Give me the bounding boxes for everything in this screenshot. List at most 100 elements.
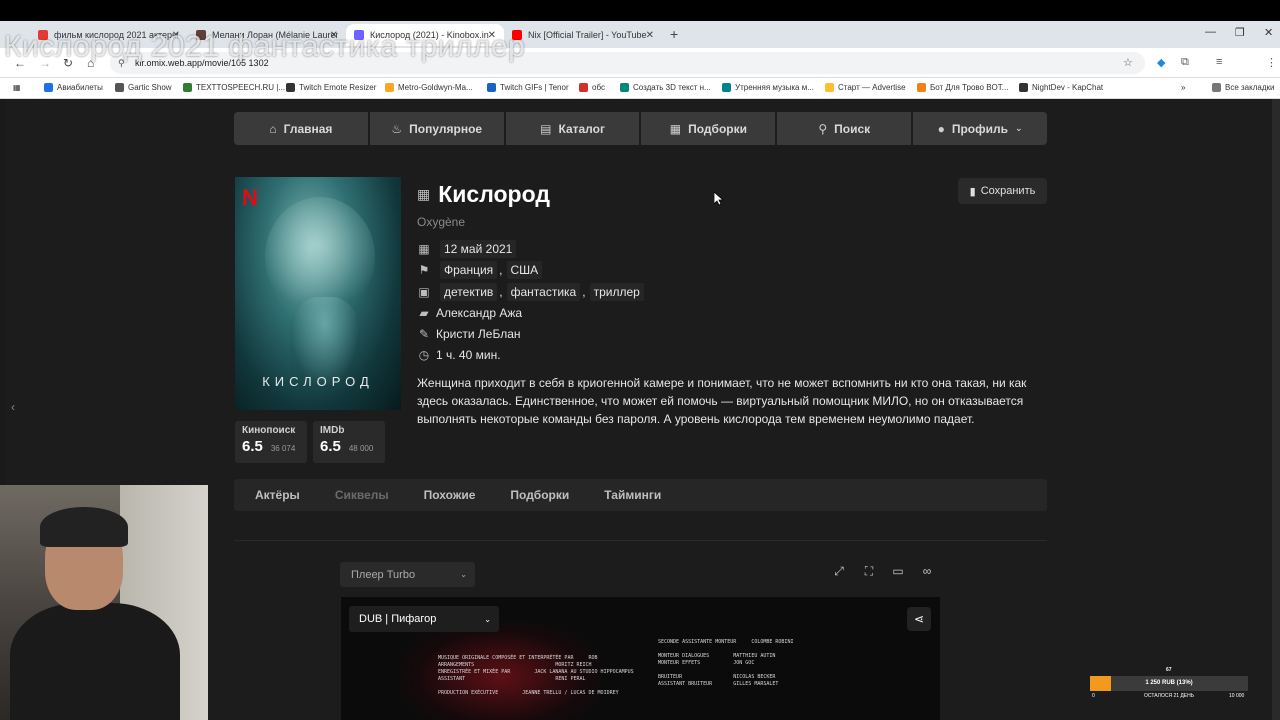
rating-kinopoisk: Кинопоиск 6.5 36 074 (235, 421, 307, 463)
extensions-puzzle-icon[interactable]: ⧉ (1181, 56, 1189, 69)
close-tab-icon[interactable]: ✕ (646, 30, 654, 41)
rating-value: 6.5 (320, 438, 341, 455)
release-date[interactable]: 12 май 2021 (440, 240, 517, 258)
bookmark-item[interactable]: Утренняя музыка м... (722, 83, 814, 92)
more-bookmarks-icon[interactable]: » (1181, 83, 1185, 92)
release-date-row: ▦ 12 май 2021 (417, 240, 517, 258)
genres-icon: ▣ (418, 285, 430, 299)
window-top-strip (0, 0, 1280, 21)
bookmark-favicon-icon (183, 83, 192, 92)
donation-goal-widget: 67 1 250 RUB (13%) 0 ОСТАЛОСЯ 21 ДЕНЬ 10… (1090, 665, 1250, 705)
bookmark-item[interactable]: Twitch GIFs | Tenor (487, 83, 569, 92)
genre-link[interactable]: фантастика (506, 283, 581, 301)
fullscreen-icon[interactable]: ⛶ (858, 564, 880, 584)
tab-timings[interactable]: Тайминги (604, 488, 661, 502)
rating-source: IMDb (320, 425, 345, 436)
nav-search[interactable]: ⚲ Поиск (777, 112, 912, 145)
bookmark-favicon-icon (115, 83, 124, 92)
tab-collections[interactable]: Подборки (510, 488, 569, 502)
bookmark-item[interactable]: обс (579, 83, 605, 92)
donation-max: 10 000 (1229, 693, 1245, 699)
bookmark-item[interactable]: Metro-Goldwyn-Ma... (385, 83, 473, 92)
bookmark-label: Утренняя музыка м... (735, 83, 814, 92)
rating-value: 6.5 (242, 438, 263, 455)
bookmark-item[interactable]: Создать 3D текст н... (620, 83, 711, 92)
bookmark-label: обс (592, 83, 605, 92)
bookmarks-bar: ▦ Авиабилеты Gartic Show TEXTTOSPEECH.RU… (0, 78, 1280, 99)
director-row: ▰ Александр Ажа (417, 304, 522, 322)
page-scrollbar[interactable] (1272, 99, 1280, 720)
bookmark-item[interactable]: Старт — Advertise (825, 83, 906, 92)
expand-icon[interactable]: ⤢ (828, 564, 850, 584)
chevron-left-icon[interactable]: ‹ (11, 400, 15, 414)
browser-menu-icon[interactable]: ⋮ (1266, 56, 1277, 69)
netflix-logo: N (242, 185, 258, 210)
bookmark-favicon-icon (825, 83, 834, 92)
webcam-person-body (10, 603, 180, 720)
media-control-icon[interactable]: ≡ (1216, 56, 1222, 68)
nav-profile[interactable]: ● Профиль ⌄ (913, 112, 1047, 145)
writer-link[interactable]: Кристи ЛеБлан (436, 327, 521, 341)
separator: , (499, 263, 503, 277)
minimize-icon[interactable]: — (1205, 26, 1216, 38)
video-player[interactable]: MUSIQUE ORIGINALE COMPOSÉE ET INTERPRÉTÉ… (341, 597, 940, 720)
extension-icon[interactable]: ◆ (1157, 56, 1165, 69)
bookmark-item[interactable]: NightDev - KapChat (1019, 83, 1103, 92)
nav-catalog[interactable]: ▤ Каталог (505, 112, 640, 145)
original-title: Oxygène (417, 215, 466, 229)
tab-actors[interactable]: Актёры (255, 488, 300, 502)
nav-home[interactable]: ⌂ Главная (234, 112, 368, 145)
country-link[interactable]: Франция (440, 261, 498, 279)
bookmark-item[interactable]: Авиабилеты (44, 83, 103, 92)
tab-similar[interactable]: Похожие (424, 488, 476, 502)
browser-tab[interactable]: Nix [Official Trailer] - YouTube ✕ (504, 24, 662, 46)
bookmark-favicon-icon (44, 83, 53, 92)
tab-sequels[interactable]: Сиквелы (335, 488, 389, 502)
link-icon[interactable]: ∞ (916, 564, 938, 584)
home-icon: ⌂ (269, 121, 277, 136)
dub-select[interactable]: DUB | Пифагор ⌄ (349, 606, 499, 632)
nav-popular[interactable]: ♨ Популярное (369, 112, 504, 145)
donation-progress-text: 1 250 RUB (13%) (1145, 680, 1193, 686)
catalog-icon: ▤ (540, 121, 552, 136)
bookmark-item[interactable]: TEXTTOSPEECH.RU |... (183, 83, 285, 92)
bookmark-item[interactable]: Twitch Emote Resizer (286, 83, 376, 92)
bookmark-favicon-icon (1019, 83, 1028, 92)
collection-icon: ▦ (669, 121, 682, 136)
country-link[interactable]: США (506, 261, 543, 279)
genre-link[interactable]: триллер (589, 283, 644, 301)
pen-icon: ✎ (418, 327, 430, 341)
movie-title-row: ▦ Кислород (417, 181, 550, 208)
save-label: Сохранить (980, 185, 1036, 197)
player-select-value: Плеер Turbo (351, 568, 416, 581)
bookmark-label: Старт — Advertise (838, 83, 906, 92)
rating-imdb: IMDb 6.5 48 000 (313, 421, 385, 463)
genre-link[interactable]: детектив (440, 283, 498, 301)
director-link[interactable]: Александр Ажа (436, 306, 522, 320)
movie-title: Кислород (438, 181, 550, 207)
player-select[interactable]: Плеер Turbo ⌄ (340, 562, 475, 587)
comment-icon[interactable]: ▭ (887, 564, 909, 584)
close-window-icon[interactable]: ✕ (1264, 26, 1273, 39)
share-icon[interactable]: ⋖ (907, 607, 931, 631)
bookmark-favicon-icon (722, 83, 731, 92)
restore-icon[interactable]: ❐ (1235, 26, 1245, 39)
apps-grid-icon[interactable]: ▦ (13, 83, 21, 92)
bookmark-item[interactable]: Бот Для Трово BOT... (917, 83, 1008, 92)
all-bookmarks[interactable]: Все закладки (1212, 83, 1274, 92)
movie-description: Женщина приходит в себя в криогенной кам… (417, 376, 1027, 426)
bookmark-star-icon[interactable]: ☆ (1123, 56, 1133, 69)
all-bookmarks-label: Все закладки (1225, 83, 1275, 92)
fire-icon: ♨ (391, 121, 403, 136)
bookmark-label: Twitch GIFs | Tenor (500, 83, 569, 92)
folder-icon (1212, 83, 1221, 92)
user-icon: ● (937, 121, 945, 136)
bookmark-label: Авиабилеты (57, 83, 103, 92)
webcam-overlay (0, 485, 208, 720)
save-button[interactable]: ▮ Сохранить (958, 178, 1047, 204)
bookmark-item[interactable]: Gartic Show (115, 83, 172, 92)
bookmark-favicon-icon (385, 83, 394, 92)
new-tab-button[interactable]: + (670, 26, 678, 42)
stream-overlay-title: Кислород 2021 фантастика триллер (4, 30, 526, 63)
nav-collections[interactable]: ▦ Подборки (641, 112, 776, 145)
